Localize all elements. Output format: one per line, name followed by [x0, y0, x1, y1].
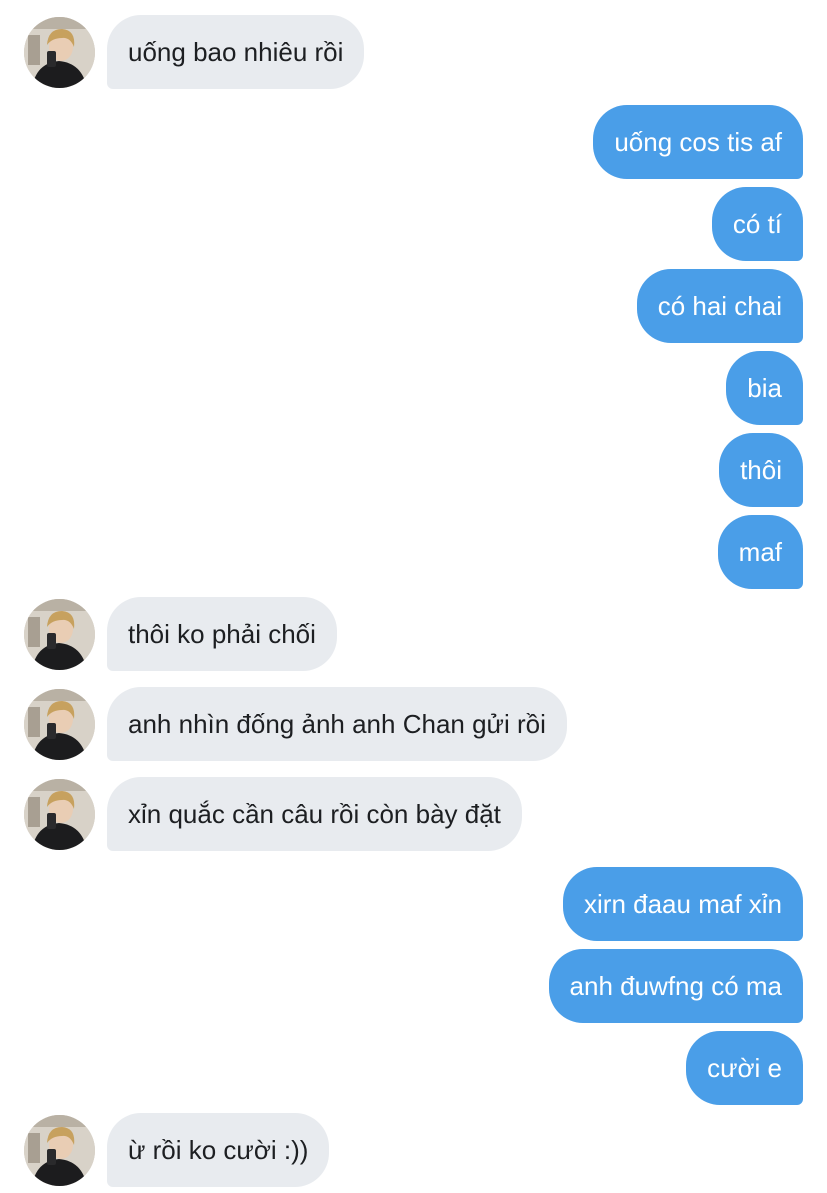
avatar[interactable]	[24, 689, 95, 760]
message-bubble[interactable]: có hai chai	[636, 269, 803, 343]
message-bubble[interactable]: ừ rồi ko cười :))	[107, 1113, 330, 1187]
avatar[interactable]	[24, 779, 95, 850]
message-bubble[interactable]: uống cos tis af	[593, 105, 803, 179]
message-bubble[interactable]: thôi ko phải chối	[107, 597, 337, 671]
message-bubble[interactable]: anh nhìn đống ảnh anh Chan gửi rồi	[107, 687, 567, 761]
message-bubble[interactable]: bia	[726, 351, 803, 425]
message-bubble[interactable]: xỉn quắc cần câu rồi còn bày đặt	[107, 777, 522, 851]
message-bubble[interactable]: có tí	[711, 187, 803, 261]
avatar[interactable]	[24, 17, 95, 88]
chat-thread: { "conversation": { "messages": [ {"side…	[0, 0, 827, 1193]
profile-photo-icon	[24, 1115, 95, 1186]
avatar[interactable]	[24, 599, 95, 670]
avatar[interactable]	[24, 1115, 95, 1186]
message-bubble[interactable]: thôi	[719, 433, 803, 507]
message-bubble[interactable]: anh đuwfng có ma	[548, 949, 803, 1023]
message-bubble[interactable]: cười e	[686, 1031, 803, 1105]
message-bubble[interactable]: xirn đaau maf xỉn	[563, 867, 803, 941]
message-bubble[interactable]: uống bao nhiêu rồi	[107, 15, 365, 89]
message-bubble[interactable]: maf	[717, 515, 803, 589]
profile-photo-icon	[24, 689, 95, 760]
profile-photo-icon	[24, 779, 95, 850]
profile-photo-icon	[24, 599, 95, 670]
profile-photo-icon	[24, 17, 95, 88]
